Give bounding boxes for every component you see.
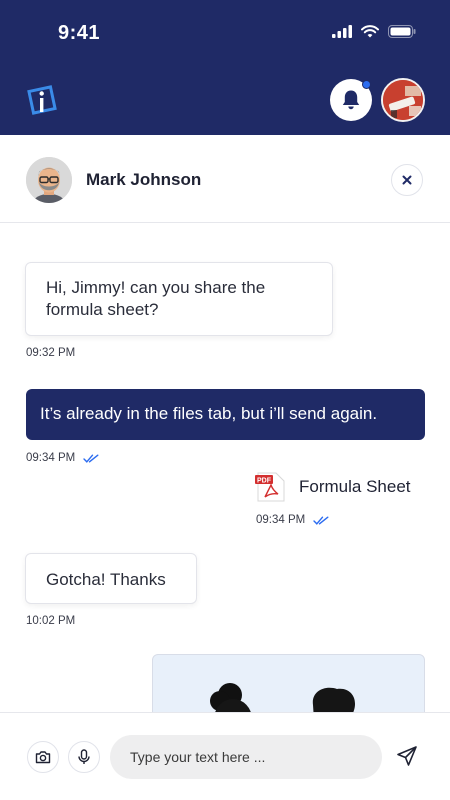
read-receipt-icon: [313, 516, 329, 525]
message-composer: [0, 712, 450, 800]
send-icon: [397, 746, 417, 766]
message-timestamp: 09:34 PM: [256, 514, 329, 526]
image-message[interactable]: [152, 654, 425, 712]
close-chat-button[interactable]: [391, 164, 423, 196]
pdf-file-label: PDF: [257, 477, 272, 484]
message-input[interactable]: [110, 735, 382, 779]
message-timestamp: 09:34 PM: [26, 452, 99, 464]
status-time: 9:41: [58, 22, 101, 44]
message-bubble-incoming[interactable]: Hi, Jimmy! can you share the formula she…: [25, 262, 333, 336]
notifications-button[interactable]: [330, 79, 372, 121]
app-logo-icon[interactable]: [26, 84, 58, 116]
illustration-image: [210, 683, 355, 712]
message-text: It’s already in the files tab, but i’ll …: [40, 404, 378, 423]
avatar-image: [383, 80, 423, 120]
read-receipt-icon: [83, 454, 99, 463]
microphone-button[interactable]: [68, 741, 100, 773]
message-bubble-incoming[interactable]: Gotcha! Thanks: [25, 553, 197, 604]
contact-avatar[interactable]: [26, 157, 72, 203]
microphone-icon: [78, 749, 90, 764]
profile-avatar[interactable]: [381, 78, 425, 122]
battery-icon: [388, 25, 416, 38]
close-icon: [402, 175, 412, 185]
pdf-file-icon: PDF: [255, 472, 285, 502]
signal-icon: [332, 25, 352, 38]
app-header: 9:41: [0, 0, 450, 135]
contact-name: Mark Johnson: [86, 170, 202, 189]
camera-icon: [35, 751, 51, 764]
chat-header: Mark Johnson: [0, 135, 450, 223]
wifi-icon: [361, 25, 379, 38]
file-attachment[interactable]: PDF Formula Sheet: [255, 472, 411, 502]
camera-button[interactable]: [27, 741, 59, 773]
message-text: Gotcha! Thanks: [46, 570, 166, 589]
status-bar: 9:41: [0, 0, 450, 66]
notification-badge: [362, 80, 371, 89]
contact-avatar-image: [26, 157, 72, 203]
message-text: Hi, Jimmy! can you share the formula she…: [46, 278, 266, 319]
message-bubble-outgoing[interactable]: It’s already in the files tab, but i’ll …: [26, 389, 425, 440]
message-timestamp: 09:32 PM: [26, 347, 76, 359]
file-name: Formula Sheet: [299, 477, 411, 496]
send-button[interactable]: [392, 741, 422, 771]
message-timestamp: 10:02 PM: [26, 615, 76, 627]
bell-icon: [342, 90, 360, 110]
message-list[interactable]: Hi, Jimmy! can you share the formula she…: [0, 224, 450, 712]
status-icons: [332, 25, 416, 38]
